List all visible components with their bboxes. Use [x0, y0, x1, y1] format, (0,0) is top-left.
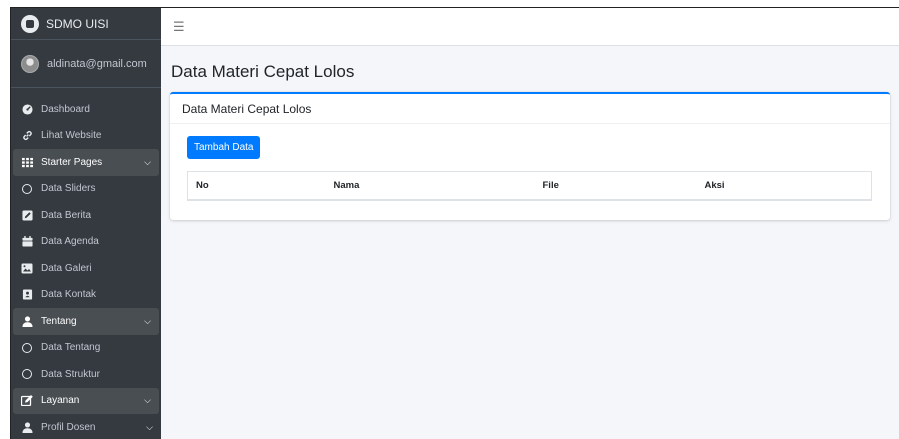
sidebar-item-data-tentang[interactable]: Data Tentang — [11, 335, 161, 362]
sidebar-item-data-galeri[interactable]: Data Galeri — [11, 255, 161, 282]
data-table: No Nama File Aksi — [187, 171, 872, 201]
sidebar-item-label: Data Sliders — [41, 183, 96, 195]
chevron-down-icon: ⌵ — [144, 395, 151, 406]
sidebar-item-data-sliders[interactable]: Data Sliders — [11, 176, 161, 203]
sidebar-item-data-berita[interactable]: Data Berita — [11, 202, 161, 229]
user-icon — [21, 316, 33, 327]
chevron-down-icon: ⌵ — [144, 156, 151, 167]
user-panel[interactable]: aldinata@gmail.com — [11, 40, 161, 88]
sidebar-item-label: Data Kontak — [41, 289, 97, 301]
sidebar-item-label: Layanan — [41, 395, 80, 407]
card-title: Data Materi Cepat Lolos — [170, 94, 890, 124]
sidebar-item-data-struktur[interactable]: Data Struktur — [11, 361, 161, 388]
sidebar-item-layanan[interactable]: Layanan ⌵ — [13, 387, 159, 414]
chevron-down-icon: ⌵ — [144, 315, 151, 326]
th-icon — [21, 157, 33, 168]
link-icon — [21, 130, 33, 141]
image-icon — [21, 263, 33, 274]
brand-name: SDMO UISI — [46, 16, 109, 31]
column-header-nama[interactable]: Nama — [325, 171, 535, 201]
sidebar: SDMO UISI aldinata@gmail.com Dashboard L… — [11, 8, 161, 439]
sidebar-item-starter-pages[interactable]: Starter Pages ⌵ — [13, 149, 159, 176]
sidebar-item-label: Data Berita — [41, 209, 92, 221]
contact-card-icon — [21, 289, 33, 300]
sidebar-item-label: Tentang — [41, 315, 77, 327]
sidebar-item-label: Data Agenda — [41, 236, 99, 248]
sidebar-item-label: Data Galeri — [41, 262, 92, 274]
avatar — [21, 54, 39, 73]
column-header-no[interactable]: No — [187, 171, 326, 201]
chevron-down-icon: ⌵ — [146, 421, 153, 432]
sidebar-item-data-agenda[interactable]: Data Agenda — [11, 229, 161, 256]
circle-outline-icon — [21, 369, 33, 380]
sidebar-item-dashboard[interactable]: Dashboard — [11, 96, 161, 123]
sidebar-item-tentang[interactable]: Tentang ⌵ — [13, 308, 159, 335]
sidebar-item-profil-dosen[interactable]: Profil Dosen ⌵ — [11, 414, 161, 439]
tachometer-icon — [21, 104, 33, 115]
circle-outline-icon — [21, 183, 33, 194]
sidebar-item-data-kontak[interactable]: Data Kontak — [11, 282, 161, 309]
edit-square-icon — [21, 210, 33, 221]
column-header-aksi[interactable]: Aksi — [696, 171, 872, 201]
add-data-button[interactable]: Tambah Data — [187, 136, 261, 159]
sidebar-item-label: Data Tentang — [41, 342, 101, 354]
sidebar-item-label: Starter Pages — [41, 156, 103, 168]
page-title: Data Materi Cepat Lolos — [171, 62, 355, 81]
edit-icon — [21, 395, 33, 407]
user-email: aldinata@gmail.com — [47, 57, 147, 70]
sidebar-item-label: Data Struktur — [41, 368, 100, 380]
app-window: SDMO UISI aldinata@gmail.com Dashboard L… — [10, 7, 899, 439]
sidebar-item-lihat-website[interactable]: Lihat Website — [11, 123, 161, 150]
calendar-icon — [21, 236, 33, 247]
sidebar-item-label: Lihat Website — [41, 130, 102, 142]
hamburger-icon[interactable]: ☰ — [173, 19, 185, 35]
brand-logo-icon — [21, 14, 39, 33]
column-header-file[interactable]: File — [534, 171, 697, 201]
content-area: Data Materi Cepat Lolos Data Materi Cepa… — [161, 46, 899, 439]
user-icon — [21, 422, 33, 433]
sidebar-item-label: Profil Dosen — [41, 421, 96, 433]
table-header-row: No Nama File Aksi — [187, 171, 872, 201]
sidebar-nav: Dashboard Lihat Website Starter Pages ⌵ … — [11, 88, 161, 439]
circle-outline-icon — [21, 342, 33, 353]
sidebar-item-label: Dashboard — [41, 103, 90, 115]
data-card: Data Materi Cepat Lolos Tambah Data No N… — [170, 92, 890, 220]
topbar: ☰ — [161, 8, 899, 46]
brand-link[interactable]: SDMO UISI — [11, 8, 161, 40]
